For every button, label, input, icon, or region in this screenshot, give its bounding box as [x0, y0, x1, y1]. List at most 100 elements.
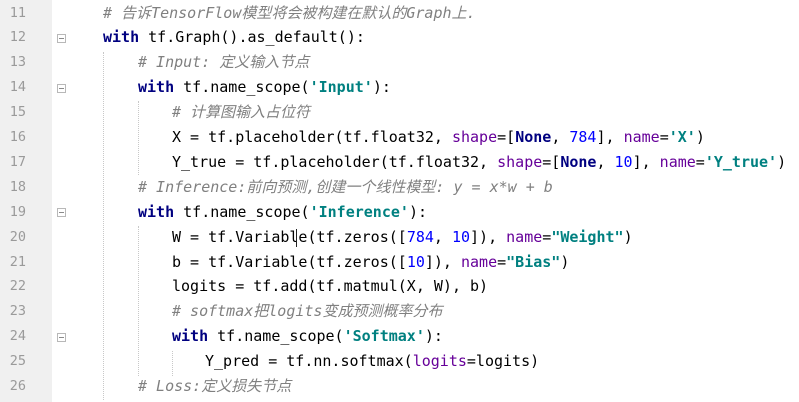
code-line[interactable]: 19 with tf.name_scope('Inference'):: [0, 200, 799, 225]
line-number: 14: [9, 79, 26, 96]
line-number: 20: [9, 228, 26, 245]
token-str: "Weight": [551, 227, 624, 246]
token-plain: logits = tf.add(tf.matmul(X, W), b): [172, 277, 489, 296]
token-str: 'Softmax': [343, 327, 425, 346]
code-line[interactable]: 24 with tf.name_scope('Softmax'):: [0, 324, 799, 349]
token-num: 10: [406, 252, 425, 271]
code-text: with tf.name_scope('Inference'):: [138, 200, 427, 225]
token-num: 10: [451, 227, 471, 246]
token-plain: W = tf.Variable(tf.zeros([: [172, 227, 407, 246]
code-line[interactable]: 20 W = tf.Variable(tf.zeros([784, 10]), n…: [0, 225, 799, 250]
token-plain: ):: [372, 78, 391, 97]
token-plain: ,: [433, 227, 452, 246]
token-comment: # Loss:定义损失节点: [138, 377, 292, 395]
token-comment: # 告诉TensorFlow模型将会被构建在默认的Graph上.: [103, 3, 476, 22]
code-text: # Loss:定义损失节点: [138, 374, 291, 399]
token-kwarg: name: [659, 152, 696, 171]
token-plain: =logits): [466, 352, 540, 371]
token-plain: ]),: [470, 227, 507, 246]
code-text: with tf.name_scope('Softmax'):: [172, 324, 443, 349]
code-line[interactable]: 16 X = tf.placeholder(tf.float32, shape=[…: [0, 125, 799, 150]
line-number: 16: [9, 129, 26, 145]
line-number: 26: [9, 378, 26, 394]
code-line[interactable]: 17 Y_true = tf.placeholder(tf.float32, sh…: [0, 150, 799, 175]
code-text: X = tf.placeholder(tf.float32, shape=[No…: [172, 125, 705, 150]
token-plain: ],: [596, 128, 624, 146]
code-text: # softmax把logits变成预测概率分布: [172, 299, 442, 324]
line-number: 11: [9, 4, 26, 21]
token-comment: # softmax把logits变成预测概率分布: [172, 302, 443, 321]
code-text: with tf.name_scope('Input'):: [138, 75, 391, 100]
token-num: 784: [406, 227, 434, 246]
token-str: 'Input': [309, 78, 373, 97]
token-plain: ,: [551, 128, 570, 146]
code-text: with tf.Graph().as_default():: [103, 25, 365, 50]
code-line[interactable]: 12 with tf.Graph().as_default():: [0, 25, 799, 50]
line-number: 13: [9, 54, 26, 71]
token-kw: with: [103, 28, 140, 47]
token-comment: # 计算图输入占位符: [172, 103, 311, 122]
code-text: # 告诉TensorFlow模型将会被构建在默认的Graph上.: [103, 1, 476, 26]
code-line[interactable]: 22 logits = tf.add(tf.matmul(X, W), b): [0, 274, 799, 299]
token-plain: =: [497, 252, 507, 271]
token-plain: tf.name_scope(: [174, 78, 310, 97]
code-line[interactable]: 23 # softmax把logits变成预测概率分布: [0, 299, 799, 324]
token-str: 'X': [668, 128, 696, 146]
token-plain: ):: [424, 327, 443, 346]
token-plain: ): [560, 252, 570, 271]
token-kwarg: logits: [412, 352, 467, 371]
token-num: 784: [569, 128, 597, 146]
token-plain: tf.name_scope(: [208, 327, 344, 346]
token-const: None: [515, 128, 552, 146]
token-kw: with: [172, 327, 209, 346]
token-plain: b = tf.Variable(tf.zeros([: [172, 252, 407, 271]
code-line[interactable]: 13 # Input: 定义输入节点: [0, 50, 799, 75]
token-kw: with: [138, 202, 175, 221]
line-number: 18: [9, 178, 26, 195]
token-plain: ): [623, 227, 633, 246]
code-line[interactable]: 18 # Inference:前向预测,创建一个线性模型: y = x*w + b: [0, 175, 799, 200]
line-number: 15: [9, 104, 26, 121]
token-kwarg: name: [506, 227, 543, 246]
token-const: None: [560, 152, 597, 171]
token-plain: ],: [632, 152, 660, 171]
line-number: 21: [9, 253, 26, 270]
token-str: 'Inference': [309, 202, 409, 221]
token-plain: =[: [497, 128, 516, 146]
token-plain: =: [659, 128, 669, 146]
token-num: 10: [614, 152, 633, 171]
token-plain: ): [777, 152, 787, 171]
code-line[interactable]: 11 # 告诉TensorFlow模型将会被构建在默认的Graph上.: [0, 1, 799, 26]
token-kw: with: [138, 78, 175, 97]
token-plain: =: [542, 227, 552, 246]
code-text: # Inference:前向预测,创建一个线性模型: y = x*w + b: [138, 175, 553, 200]
code-line[interactable]: 25 Y_pred = tf.nn.softmax(logits=logits): [0, 349, 799, 374]
token-str: 'Y_true': [704, 152, 778, 171]
code-line[interactable]: 14 with tf.name_scope('Input'):: [0, 75, 799, 100]
code-text: logits = tf.add(tf.matmul(X, W), b): [172, 274, 488, 299]
token-kwarg: shape: [497, 152, 543, 171]
line-number: 19: [9, 203, 26, 220]
token-plain: Y_pred = tf.nn.softmax(: [205, 352, 413, 371]
token-kwarg: shape: [451, 128, 498, 146]
line-number: 17: [9, 153, 26, 170]
code-text: W = tf.Variable(tf.zeros([784, 10]), nam…: [172, 225, 633, 250]
token-plain: tf.Graph().as_default():: [139, 28, 365, 47]
code-line[interactable]: 21 b = tf.Variable(tf.zeros([10]), name="…: [0, 250, 799, 275]
line-number: 25: [9, 353, 26, 370]
token-plain: ): [695, 128, 705, 146]
code-editor[interactable]: 11 # 告诉TensorFlow模型将会被构建在默认的Graph上. 12 with…: [0, 0, 799, 402]
line-number: 22: [9, 278, 26, 295]
token-comment: # Input: 定义输入节点: [138, 53, 310, 72]
token-plain: Y_true = tf.placeholder(tf.float32,: [172, 152, 498, 171]
token-plain: X = tf.placeholder(tf.float32,: [172, 128, 452, 146]
token-plain: ,: [596, 152, 615, 171]
token-plain: ):: [408, 202, 427, 221]
token-kwarg: name: [623, 128, 660, 146]
text-caret: [296, 229, 297, 247]
line-number: 12: [9, 29, 26, 46]
code-line[interactable]: 15 # 计算图输入占位符: [0, 100, 799, 125]
code-line[interactable]: 26 # Loss:定义损失节点: [0, 374, 799, 399]
line-number: 24: [9, 328, 26, 345]
code-text: b = tf.Variable(tf.zeros([10]), name="Bi…: [172, 250, 569, 275]
